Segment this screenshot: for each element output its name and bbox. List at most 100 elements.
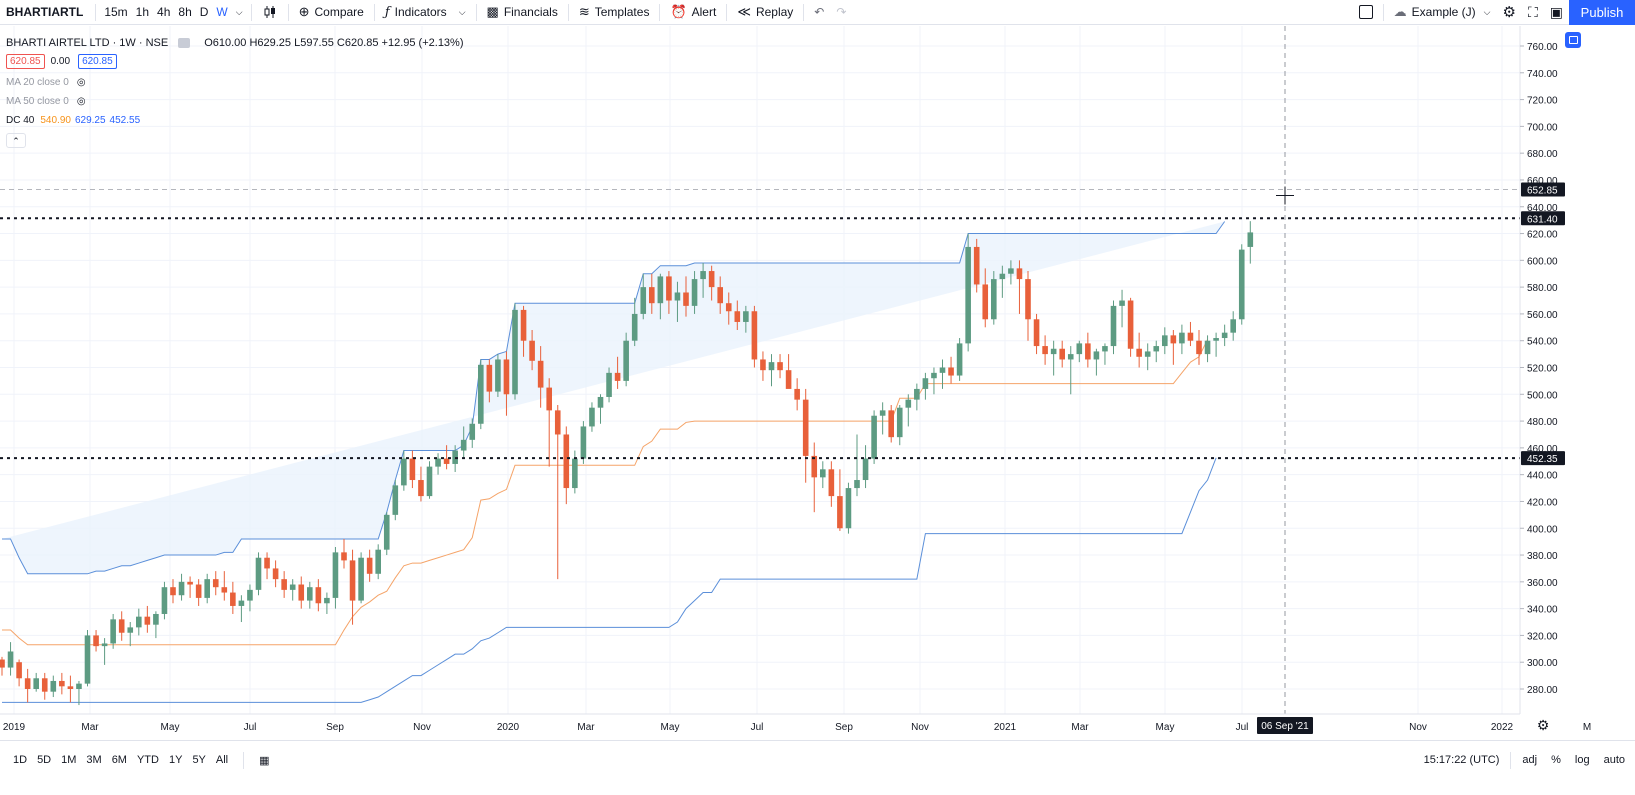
candle[interactable] (828, 461, 835, 507)
market-status-icon[interactable] (178, 37, 191, 48)
candle[interactable] (409, 450, 416, 489)
candle[interactable] (931, 367, 937, 395)
candle[interactable] (512, 303, 518, 400)
candle[interactable] (1042, 335, 1048, 365)
interval-1h[interactable]: 1h (132, 0, 153, 25)
candle[interactable] (1196, 329, 1202, 365)
interval-8h[interactable]: 8h (174, 0, 195, 25)
candle[interactable] (195, 579, 202, 606)
candle[interactable] (1110, 300, 1117, 355)
snapshot-button[interactable]: ▣ (1544, 0, 1569, 25)
candle[interactable] (289, 579, 296, 601)
candle[interactable] (563, 426, 570, 505)
candle[interactable] (332, 547, 339, 609)
candle[interactable] (862, 445, 869, 489)
candle[interactable] (153, 611, 159, 639)
symbol-search[interactable]: BHARTIARTL (0, 0, 91, 25)
candle[interactable] (93, 630, 99, 652)
candle[interactable] (1059, 340, 1065, 368)
candle[interactable] (341, 538, 347, 569)
candle[interactable] (76, 680, 82, 706)
candle[interactable] (777, 354, 783, 379)
candle[interactable] (1153, 340, 1160, 363)
indicators-button[interactable]: ƒ Indicators ⌵ (379, 0, 472, 25)
candle[interactable] (187, 576, 193, 598)
candle[interactable] (204, 573, 210, 604)
interval-d[interactable]: D (196, 0, 213, 25)
candle[interactable] (307, 581, 313, 609)
candle[interactable] (212, 571, 219, 596)
log-toggle[interactable]: log (1568, 754, 1597, 766)
candle[interactable] (1050, 340, 1057, 376)
candle[interactable] (896, 405, 903, 446)
redo-button[interactable]: ↷ (830, 0, 852, 25)
price-axis[interactable]: 760.00740.00720.00700.00680.00660.00640.… (1519, 26, 1635, 714)
settings-button[interactable]: ⚙ (1497, 0, 1522, 25)
alert-button[interactable]: ⏰ Alert (664, 0, 722, 25)
candle[interactable] (24, 668, 31, 703)
candle[interactable] (1221, 324, 1228, 347)
candle[interactable] (1238, 244, 1245, 325)
candle[interactable] (854, 434, 860, 497)
candle[interactable] (1085, 332, 1091, 368)
templates-button[interactable]: ≋ Templates (573, 0, 656, 25)
candle[interactable] (110, 613, 116, 649)
candle[interactable] (315, 579, 322, 612)
range-5y[interactable]: 5Y (187, 754, 210, 766)
candle[interactable] (1230, 311, 1236, 341)
candle[interactable] (281, 571, 287, 598)
candle[interactable] (16, 659, 22, 687)
candle[interactable] (1170, 329, 1177, 365)
candle[interactable] (178, 573, 185, 601)
candle[interactable] (1136, 332, 1142, 368)
candle[interactable] (905, 394, 912, 427)
candle[interactable] (1162, 327, 1168, 355)
candle[interactable] (1025, 271, 1031, 341)
candle[interactable] (170, 579, 176, 604)
candle[interactable] (59, 672, 65, 695)
candle[interactable] (1247, 221, 1254, 264)
candle[interactable] (230, 581, 236, 614)
candle[interactable] (837, 469, 843, 531)
range-1y[interactable]: 1Y (164, 754, 187, 766)
candle[interactable] (760, 351, 766, 381)
candle[interactable] (84, 630, 91, 687)
candle[interactable] (418, 466, 424, 502)
candle[interactable] (785, 354, 792, 389)
time-axis[interactable]: 2019 Mar May Jul Sep Nov 2020 Mar May Jul Sep Nov 20… (0, 713, 1591, 734)
undo-button[interactable]: ↶ (808, 0, 830, 25)
gear-icon[interactable]: ⚙ (1537, 718, 1550, 734)
ask-badge[interactable]: 620.85 (78, 54, 117, 69)
candle[interactable] (264, 552, 270, 580)
candle[interactable] (1076, 340, 1083, 363)
candle[interactable] (845, 482, 852, 534)
candle[interactable] (495, 354, 501, 397)
interval-dropdown[interactable]: ⌵ (232, 0, 247, 25)
candle[interactable] (794, 378, 800, 411)
adj-toggle[interactable]: adj (1515, 754, 1544, 766)
candle[interactable] (956, 338, 963, 381)
auto-toggle[interactable]: auto (1597, 754, 1635, 766)
range-5d[interactable]: 5D (32, 754, 56, 766)
candle[interactable] (392, 480, 399, 521)
candle[interactable] (623, 332, 629, 387)
legend-ma20-row[interactable]: MA 20 close 0 ◎ (6, 73, 464, 92)
candle[interactable] (298, 576, 305, 609)
range-1d[interactable]: 1D (8, 754, 32, 766)
candle[interactable] (820, 461, 826, 489)
interval-4h[interactable]: 4h (153, 0, 174, 25)
range-all[interactable]: All (211, 754, 233, 766)
candle[interactable] (879, 402, 886, 435)
candle[interactable] (991, 271, 997, 325)
candle[interactable] (965, 233, 971, 352)
interval-w[interactable]: W (212, 0, 231, 25)
range-ytd[interactable]: YTD (132, 754, 164, 766)
candle[interactable] (589, 402, 595, 432)
interval-15m[interactable]: 15m (100, 0, 131, 25)
candle[interactable] (597, 394, 604, 424)
legend-ma50-row[interactable]: MA 50 close 0 ◎ (6, 92, 464, 111)
candle[interactable] (33, 672, 39, 692)
candle[interactable] (1144, 343, 1151, 371)
object-tree-button[interactable] (1565, 32, 1581, 48)
percent-toggle[interactable]: % (1544, 754, 1568, 766)
